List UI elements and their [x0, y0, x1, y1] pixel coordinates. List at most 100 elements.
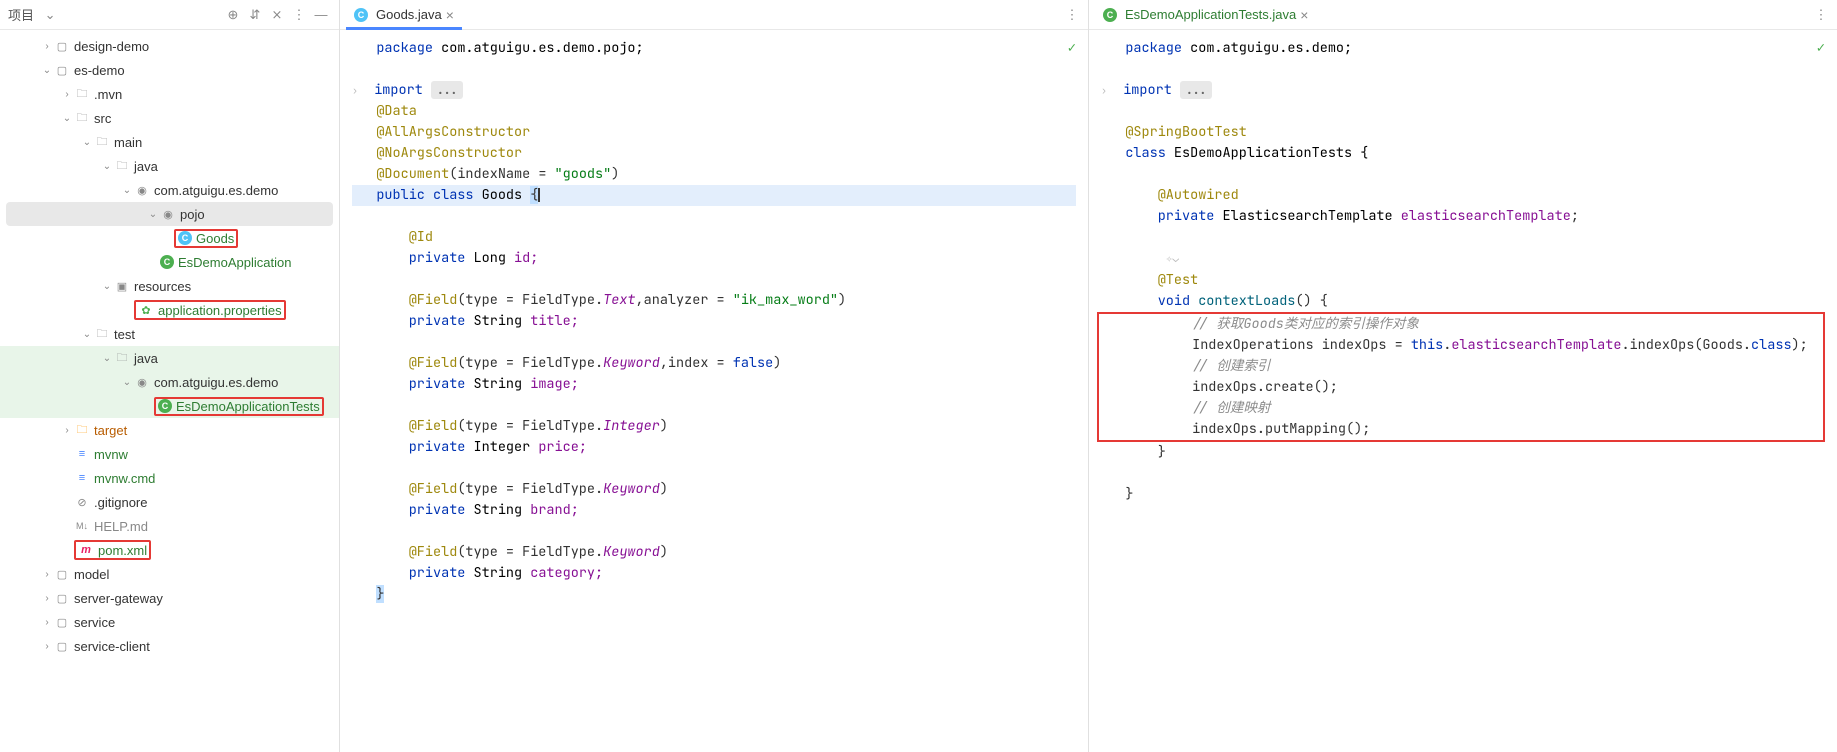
chevron-down-icon[interactable]: ⌄	[146, 209, 160, 220]
tree-node-help-md[interactable]: M↓ HELP.md	[0, 514, 339, 538]
tree-label: mvnw.cmd	[94, 471, 155, 486]
module-icon: ▢	[54, 614, 70, 630]
tree-node-resources[interactable]: ⌄ ▣ resources	[0, 274, 339, 298]
code-line: @AllArgsConstructor	[352, 123, 530, 141]
tree-label: com.atguigu.es.demo	[154, 375, 278, 390]
tree-node-target[interactable]: › 🗀 target	[0, 418, 339, 442]
tree-node-service-client[interactable]: › ▢ service-client	[0, 634, 339, 658]
editor-content-left[interactable]: ✓ package com.atguigu.es.demo.pojo; › im…	[340, 30, 1088, 752]
folder-icon: 🗀	[74, 422, 90, 438]
tree-node-mvnw-cmd[interactable]: ≡ mvnw.cmd	[0, 466, 339, 490]
chevron-down-icon[interactable]: ⌄	[120, 377, 134, 388]
code-line: void contextLoads() {	[1101, 292, 1328, 310]
chevron-down-icon[interactable]: ⌄	[100, 161, 114, 172]
code-line: }	[352, 585, 384, 603]
tree-label: .mvn	[94, 87, 122, 102]
tree-node-gitignore[interactable]: ⊘ .gitignore	[0, 490, 339, 514]
code-line: IndexOperations indexOps = this.elastics…	[1103, 336, 1808, 354]
tree-node-es-demo[interactable]: ⌄ ▢ es-demo	[0, 58, 339, 82]
chevron-right-icon[interactable]: ›	[40, 569, 54, 580]
folder-icon: 🗀	[114, 350, 130, 366]
chevron-down-icon[interactable]: ⌄	[40, 5, 60, 25]
tree-node-model[interactable]: › ▢ model	[0, 562, 339, 586]
tree-node-package-test[interactable]: ⌄ ◉ com.atguigu.es.demo	[0, 370, 339, 394]
package-icon: ◉	[134, 182, 150, 198]
tree-node-goods[interactable]: C Goods	[0, 226, 339, 250]
tree-node-pom-xml[interactable]: m pom.xml	[0, 538, 339, 562]
tree-node-package-main[interactable]: ⌄ ◉ com.atguigu.es.demo	[0, 178, 339, 202]
tab-bar-right: C EsDemoApplicationTests.java × ⋮	[1089, 0, 1837, 30]
tree-node-mvn[interactable]: › 🗀 .mvn	[0, 82, 339, 106]
tree-node-mvnw[interactable]: ≡ mvnw	[0, 442, 339, 466]
editor-content-right[interactable]: ✓ package com.atguigu.es.demo; › import …	[1089, 30, 1837, 752]
module-icon: ▢	[54, 38, 70, 54]
more-icon[interactable]: ⋮	[289, 5, 309, 25]
folder-icon: 🗀	[94, 326, 110, 342]
minimize-icon[interactable]: —	[311, 5, 331, 25]
highlight-box: C Goods	[174, 229, 238, 248]
expand-icon[interactable]: ⇵	[245, 5, 265, 25]
gitignore-icon: ⊘	[74, 494, 90, 510]
sidebar-header: 项目 ⌄ ⊕ ⇵ ⨯ ⋮ —	[0, 0, 339, 30]
chevron-down-icon[interactable]: ⌄	[80, 137, 94, 148]
code-line: @Test	[1101, 271, 1198, 289]
code-line: @Data	[352, 102, 417, 120]
code-line: @Id	[352, 228, 433, 246]
tree-node-java[interactable]: ⌄ 🗀 java	[0, 154, 339, 178]
code-line: }	[1101, 443, 1166, 461]
code-line: private String brand;	[352, 501, 579, 519]
module-icon: ▢	[54, 638, 70, 654]
tree-node-pojo[interactable]: ⌄ ◉ pojo	[6, 202, 333, 226]
close-icon[interactable]: ×	[446, 7, 454, 23]
code-line: public class Goods {	[352, 185, 1076, 206]
tree-node-server-gateway[interactable]: › ▢ server-gateway	[0, 586, 339, 610]
close-icon[interactable]: ×	[1300, 7, 1308, 23]
tree-node-service[interactable]: › ▢ service	[0, 610, 339, 634]
code-line: private ElasticsearchTemplate elasticsea…	[1101, 207, 1579, 225]
tab-label: Goods.java	[376, 7, 442, 22]
markdown-icon: M↓	[74, 518, 90, 534]
chevron-right-icon[interactable]: ›	[60, 425, 74, 436]
chevron-right-icon[interactable]: ›	[40, 617, 54, 628]
code-line: package com.atguigu.es.demo;	[1101, 39, 1352, 57]
chevron-right-icon[interactable]: ›	[60, 89, 74, 100]
chevron-right-icon[interactable]: ›	[40, 641, 54, 652]
tree-node-main[interactable]: ⌄ 🗀 main	[0, 130, 339, 154]
chevron-right-icon[interactable]: ›	[40, 41, 54, 52]
tab-bar-left: C Goods.java × ⋮	[340, 0, 1088, 30]
chevron-down-icon[interactable]: ⌄	[120, 185, 134, 196]
code-line: // 创建映射	[1103, 399, 1270, 417]
more-icon[interactable]: ⋮	[1811, 5, 1831, 25]
tree-label: EsDemoApplication	[178, 255, 291, 270]
chevron-down-icon[interactable]: ⌄	[60, 113, 74, 124]
tree-label: pojo	[180, 207, 205, 222]
tree-node-es-demo-app[interactable]: C EsDemoApplication	[0, 250, 339, 274]
tree-node-src[interactable]: ⌄ 🗀 src	[0, 106, 339, 130]
tree-node-tests-class[interactable]: C EsDemoApplicationTests	[0, 394, 339, 418]
chevron-down-icon[interactable]: ⌄	[80, 329, 94, 340]
code-line: class EsDemoApplicationTests {	[1101, 144, 1368, 162]
gutter-hint[interactable]: ✧⌄	[1101, 249, 1179, 267]
chevron-right-icon[interactable]: ›	[40, 593, 54, 604]
code-line: // 获取Goods类对应的索引操作对象	[1103, 315, 1419, 333]
folder-icon: 🗀	[74, 86, 90, 102]
class-icon: C	[178, 231, 192, 245]
tree-node-java-test[interactable]: ⌄ 🗀 java	[0, 346, 339, 370]
collapse-icon[interactable]: ⨯	[267, 5, 287, 25]
tab-goods[interactable]: C Goods.java ×	[346, 0, 462, 29]
chevron-down-icon[interactable]: ⌄	[40, 65, 54, 76]
tab-tests[interactable]: C EsDemoApplicationTests.java ×	[1095, 0, 1316, 29]
code-line: private String image;	[352, 375, 579, 393]
locate-icon[interactable]: ⊕	[223, 5, 243, 25]
checkmark-icon: ✓	[1068, 38, 1076, 59]
chevron-down-icon[interactable]: ⌄	[100, 281, 114, 292]
tree-node-test[interactable]: ⌄ 🗀 test	[0, 322, 339, 346]
code-line: @Field(type = FieldType.Keyword)	[352, 480, 668, 498]
tree-node-app-props[interactable]: ✿ application.properties	[0, 298, 339, 322]
code-line: @SpringBootTest	[1101, 123, 1247, 141]
tree-label: model	[74, 567, 109, 582]
tree-node-design-demo[interactable]: › ▢ design-demo	[0, 34, 339, 58]
chevron-down-icon[interactable]: ⌄	[100, 353, 114, 364]
properties-icon: ✿	[138, 302, 154, 318]
more-icon[interactable]: ⋮	[1062, 5, 1082, 25]
